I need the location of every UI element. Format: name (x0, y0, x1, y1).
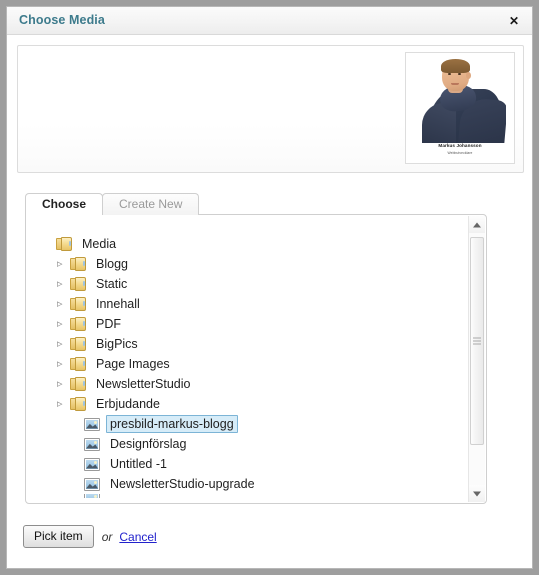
tree-item-label: BigPics (96, 337, 138, 351)
tree-item-label: NewsletterStudio-upgrade (110, 477, 255, 491)
tree-arrow-spacer (42, 238, 55, 251)
or-label: or (101, 529, 113, 544)
folder-icon (56, 237, 72, 251)
scroll-down-button[interactable] (469, 485, 485, 502)
person-photo-icon: Markus Johansson Webbutvecklare (406, 53, 514, 163)
expand-arrow-icon[interactable] (56, 337, 69, 351)
tree-folder-row[interactable]: BigPics (32, 334, 464, 354)
tree-item-label: Erbjudande (96, 397, 160, 411)
tree-item-label: Blogg (96, 257, 128, 271)
thumbnail-caption: Markus Johansson (438, 142, 482, 148)
thumbnail-subcaption: Webbutvecklare (447, 151, 473, 155)
photo-stage (416, 59, 506, 143)
pick-item-button[interactable]: Pick item (23, 525, 94, 548)
photo-ear (466, 72, 471, 79)
tree-item-label: PDF (96, 317, 121, 331)
tree-scrollbar[interactable] (468, 216, 485, 502)
image-file-icon (84, 457, 100, 471)
expand-arrow-icon[interactable] (56, 297, 69, 311)
cancel-link[interactable]: Cancel (119, 530, 156, 544)
tree-arrow-spacer (70, 458, 83, 471)
tree-folder-row[interactable]: Erbjudande (32, 394, 464, 414)
tree-image-row[interactable]: presbild-markus-blogg (32, 414, 464, 434)
folder-icon (70, 277, 86, 291)
scroll-up-button[interactable] (469, 216, 485, 233)
tree-item-label: Designförslag (110, 437, 187, 451)
media-tree-viewport: Media Blogg Static Innehall PDF BigPics Page I… (32, 221, 464, 498)
tree-item-label: NewsletterStudio (96, 377, 191, 391)
image-file-icon (84, 477, 100, 491)
photo-mouth (451, 83, 459, 85)
tree-arrow-spacer (70, 494, 83, 498)
image-file-icon (84, 494, 100, 498)
tree-folder-row[interactable]: Page Images (32, 354, 464, 374)
screen: Choose Media ✕ Markus Johansson Webbutve… (0, 0, 539, 575)
expand-arrow-icon[interactable] (56, 397, 69, 411)
chevron-up-icon (473, 222, 481, 227)
chevron-down-icon (473, 491, 481, 496)
folder-icon (70, 357, 86, 371)
tree-item-label: Static (96, 277, 128, 291)
choose-media-dialog: Choose Media ✕ Markus Johansson Webbutve… (6, 6, 533, 569)
scrollbar-track[interactable] (469, 233, 485, 485)
tab-panel-choose: Media Blogg Static Innehall PDF BigPics Page I… (25, 214, 487, 504)
close-icon[interactable]: ✕ (505, 12, 523, 30)
tab-bar: Choose Create New (25, 192, 200, 216)
tree-folder-row[interactable]: PDF (32, 314, 464, 334)
tab-choose[interactable]: Choose (25, 193, 104, 216)
tree-item-label: Media (82, 237, 117, 251)
tree-folder-row[interactable]: Media (32, 234, 464, 254)
photo-eye-right (458, 73, 461, 75)
photo-hair (441, 59, 470, 73)
preview-thumbnail: Markus Johansson Webbutvecklare (405, 52, 515, 164)
expand-arrow-icon[interactable] (56, 377, 69, 391)
tree-folder-row[interactable]: Static (32, 274, 464, 294)
folder-icon (70, 377, 86, 391)
tree-arrow-spacer (70, 438, 83, 451)
folder-icon (70, 297, 86, 311)
tree-folder-row[interactable]: Innehall (32, 294, 464, 314)
tree-folder-row[interactable]: NewsletterStudio (32, 374, 464, 394)
tree-image-row[interactable]: NewsletterStudio-upgrade (32, 474, 464, 494)
image-file-icon (84, 437, 100, 451)
tree-arrow-spacer (70, 418, 83, 431)
tree-item-label: Innehall (96, 297, 140, 311)
expand-arrow-icon[interactable] (56, 317, 69, 331)
preview-panel: Markus Johansson Webbutvecklare (17, 45, 524, 173)
dialog-footer: Pick item or Cancel (23, 525, 157, 548)
scrollbar-thumb[interactable] (470, 237, 484, 445)
tab-create-new[interactable]: Create New (102, 193, 200, 215)
tree-image-row[interactable]: Untitled -1 (32, 454, 464, 474)
dialog-title: Choose Media (19, 13, 105, 27)
folder-icon (70, 337, 86, 351)
tree-folder-row[interactable]: Blogg (32, 254, 464, 274)
tree-image-row[interactable]: Designförslag (32, 434, 464, 454)
tree-item-label: presbild-markus-blogg (106, 415, 238, 433)
scrollbar-grip-icon (473, 337, 481, 345)
dialog-titlebar: Choose Media ✕ (7, 7, 532, 35)
expand-arrow-icon[interactable] (56, 277, 69, 291)
tree-item-label: Untitled -1 (110, 457, 167, 471)
image-file-icon (84, 417, 100, 431)
expand-arrow-icon[interactable] (56, 257, 69, 271)
media-tree: Media Blogg Static Innehall PDF BigPics Page I… (32, 221, 464, 498)
tree-image-row[interactable] (32, 494, 464, 498)
tree-item-label (106, 497, 114, 498)
photo-eye-left (448, 73, 451, 75)
tree-item-label: Page Images (96, 357, 170, 371)
tree-arrow-spacer (70, 478, 83, 491)
folder-icon (70, 257, 86, 271)
expand-arrow-icon[interactable] (56, 357, 69, 371)
folder-icon (70, 397, 86, 411)
folder-icon (70, 317, 86, 331)
